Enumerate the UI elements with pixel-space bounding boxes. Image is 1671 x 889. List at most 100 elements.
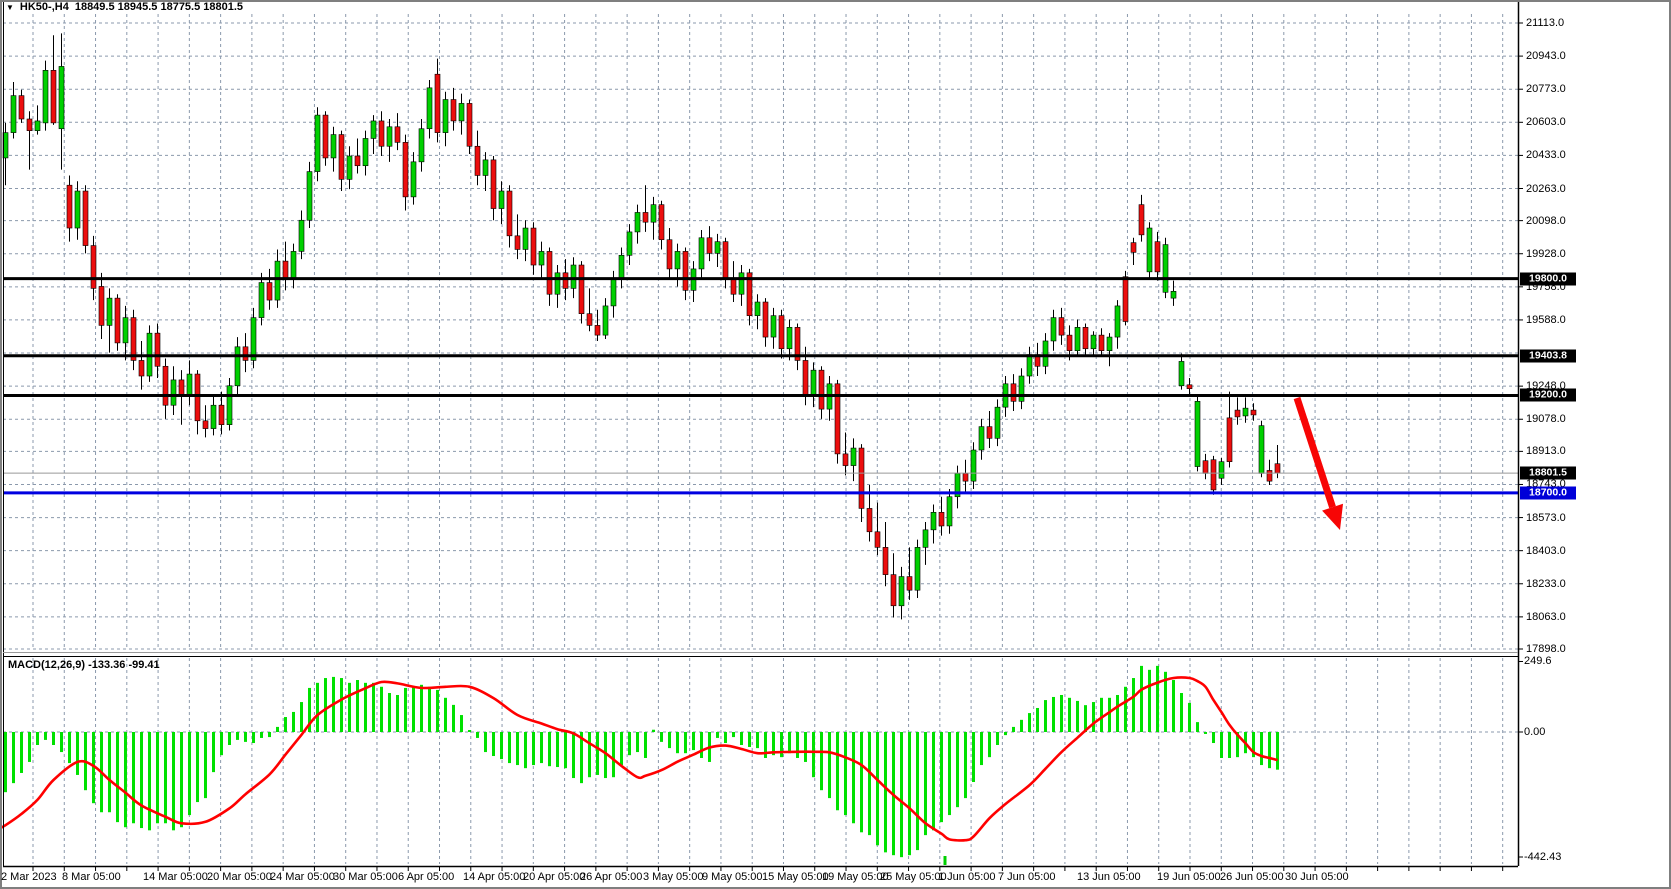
price-axis-label: 20943.0 <box>1526 50 1566 62</box>
candlestick-layer[interactable] <box>3 33 1280 619</box>
macd-histogram-bar <box>524 732 527 768</box>
candle-body <box>59 66 64 128</box>
macd-histogram-bar <box>292 712 295 732</box>
price-axis-label: 20603.0 <box>1526 116 1566 128</box>
candle-body <box>1147 228 1152 272</box>
candle-body <box>651 205 656 223</box>
macd-indicator-label: MACD(12,26,9) -133.36 -99.41 <box>8 659 160 671</box>
candle-body <box>11 96 16 133</box>
candle-body <box>1019 376 1024 401</box>
candle-body <box>123 318 128 343</box>
macd-histogram-bar <box>180 732 183 827</box>
candle-body <box>939 512 944 526</box>
macd-histogram-bar <box>268 732 271 737</box>
macd-histogram-bar <box>260 732 263 738</box>
macd-histogram-bar <box>1260 732 1263 765</box>
macd-histogram-bar <box>884 732 887 852</box>
candle-body <box>427 88 432 129</box>
candle-body <box>867 508 872 531</box>
macd-histogram-bar <box>1204 732 1207 734</box>
price-level-badge: 19200.0 <box>1520 389 1576 402</box>
macd-histogram-bar <box>164 732 167 823</box>
macd-histogram-bar <box>1108 698 1111 732</box>
macd-histogram-bar <box>1092 702 1095 732</box>
macd-histogram-bar <box>228 732 231 745</box>
chart-menu-arrow-icon[interactable]: ▼ <box>6 2 14 13</box>
price-axis-label: 18403.0 <box>1526 545 1566 557</box>
candle-body <box>187 374 192 395</box>
candle-body <box>1043 341 1048 366</box>
candle-body <box>571 265 576 288</box>
macd-histogram-bar <box>620 732 623 765</box>
macd-histogram-bar <box>132 732 135 823</box>
candle-body <box>43 70 48 123</box>
macd-histogram-bar <box>356 680 359 732</box>
candle-body <box>899 577 904 606</box>
macd-histogram-bar <box>124 732 127 827</box>
macd-histogram-bar <box>572 732 575 778</box>
price-axis-label: 18913.0 <box>1526 445 1566 457</box>
candle-body <box>1027 355 1032 376</box>
candle-body <box>211 405 216 428</box>
candle-body <box>355 156 360 166</box>
candle-body <box>75 191 80 228</box>
macd-histogram-bar <box>212 732 215 772</box>
candle-body <box>379 121 384 146</box>
chart-canvas[interactable] <box>0 0 1671 889</box>
candle-body <box>1227 418 1232 462</box>
macd-histogram-bar <box>476 732 479 738</box>
candle-body <box>859 448 864 508</box>
time-axis-event-marker <box>944 856 947 865</box>
macd-histogram-bar <box>68 732 71 763</box>
time-axis-label: 26 Apr 05:00 <box>580 871 642 883</box>
macd-histogram-bar <box>668 732 671 748</box>
candle-body <box>987 427 992 439</box>
candle-body <box>1115 306 1120 337</box>
price-level-badge: 18801.5 <box>1520 467 1576 480</box>
candle-body <box>371 121 376 139</box>
time-axis-label: 24 Mar 05:00 <box>270 871 335 883</box>
candle-body <box>627 232 632 255</box>
candle-body <box>491 160 496 209</box>
candle-body <box>403 142 408 197</box>
candle-body <box>195 374 200 421</box>
arrow-annotation-layer[interactable] <box>1297 398 1343 530</box>
candle-body <box>851 448 856 466</box>
macd-histogram-bar <box>284 717 287 732</box>
macd-signal-line <box>0 678 1278 841</box>
time-axis-label: 19 Jun 05:00 <box>1157 871 1221 883</box>
price-axis-label: 18063.0 <box>1526 611 1566 623</box>
candle-body <box>579 265 584 314</box>
macd-histogram-bar <box>140 732 143 828</box>
macd-histogram-bar <box>924 732 927 835</box>
macd-histogram-bar <box>548 732 551 766</box>
time-axis-label: 26 Jun 05:00 <box>1220 871 1284 883</box>
macd-histogram-bar <box>972 732 975 782</box>
macd-histogram-bar <box>796 732 799 758</box>
macd-histogram-bar <box>20 732 23 773</box>
macd-histogram-bar <box>340 678 343 732</box>
candle-body <box>635 212 640 231</box>
macd-histogram-bar <box>700 732 703 758</box>
candle-body <box>755 302 760 316</box>
candle-body <box>667 240 672 269</box>
candle-body <box>107 298 112 325</box>
macd-histogram-bar <box>652 730 655 732</box>
candle-body <box>419 129 424 162</box>
macd-histogram-bar <box>428 687 431 732</box>
macd-histogram-bar <box>1156 666 1159 732</box>
time-axis-label: 13 Jun 05:00 <box>1077 871 1141 883</box>
candle-body <box>619 255 624 278</box>
macd-histogram-bar <box>660 732 663 742</box>
macd-histogram-bar <box>1036 708 1039 732</box>
candle-body <box>963 473 968 481</box>
sell-arrow-head[interactable] <box>1322 504 1343 530</box>
time-axis-label: 14 Apr 05:00 <box>463 871 525 883</box>
macd-histogram-bar <box>828 732 831 798</box>
candle-body <box>99 286 104 325</box>
macd-histogram-bar <box>1180 693 1183 732</box>
candle-body <box>555 273 560 294</box>
macd-histogram-bar <box>484 732 487 752</box>
macd-histogram-bar <box>460 715 463 732</box>
candle-body <box>603 306 608 335</box>
